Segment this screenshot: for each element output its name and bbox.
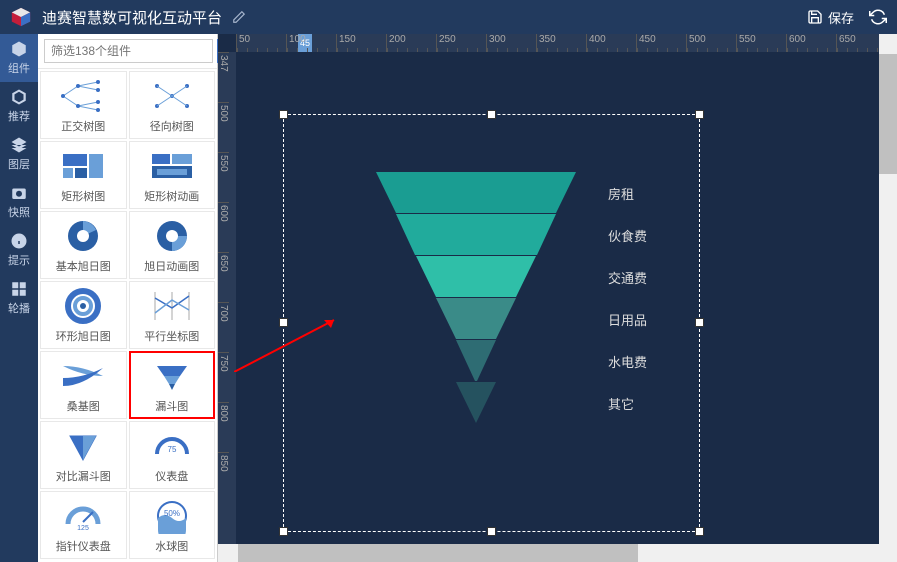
component-thumb [53, 76, 113, 116]
component-thumb [142, 286, 202, 326]
app-logo [10, 6, 32, 28]
funnel-segment [416, 256, 536, 297]
component-item[interactable]: 矩形树动画 [129, 141, 216, 209]
component-thumb: 75 [142, 426, 202, 466]
component-item[interactable]: 对比漏斗图 [40, 421, 127, 489]
save-icon [807, 9, 823, 25]
component-item[interactable]: 矩形树图 [40, 141, 127, 209]
scrollbar-vertical[interactable] [879, 34, 897, 562]
nav-item-tips[interactable]: 提示 [0, 226, 38, 274]
component-thumb: 125 [53, 496, 113, 536]
funnel-segment [456, 340, 497, 381]
component-item[interactable]: 75 仪表盘 [129, 421, 216, 489]
scrollbar-horizontal[interactable] [218, 544, 879, 562]
component-item[interactable]: 环形旭日图 [40, 281, 127, 349]
component-label: 对比漏斗图 [56, 468, 111, 484]
component-thumb [142, 76, 202, 116]
component-item[interactable]: 径向树图 [129, 71, 216, 139]
component-thumb [53, 356, 113, 396]
funnel-row: 房租 [356, 172, 696, 214]
resize-handle-mr[interactable] [695, 318, 704, 327]
app-title: 迪赛智慧数可视化互动平台 [42, 7, 222, 28]
component-label: 桑基图 [67, 398, 100, 414]
nav-sidebar: 组件 推荐 图层 快照 提示 轮播 [0, 34, 38, 562]
svg-text:125: 125 [77, 525, 89, 532]
resize-handle-ml[interactable] [279, 318, 288, 327]
component-label: 矩形树动画 [144, 188, 199, 204]
component-thumb [53, 146, 113, 186]
resize-handle-tr[interactable] [695, 110, 704, 119]
funnel-label: 房租 [608, 184, 634, 203]
funnel-label: 其它 [608, 394, 634, 413]
funnel-segment [396, 214, 557, 255]
component-label: 仪表盘 [155, 468, 188, 484]
component-thumb [142, 146, 202, 186]
save-button[interactable]: 保存 [807, 8, 854, 27]
funnel-row: 伙食费 [356, 214, 696, 256]
ruler-horizontal: 45 5010015020025030035040045050055060065… [236, 34, 897, 52]
component-thumb: 50% [142, 496, 202, 536]
component-label: 环形旭日图 [56, 328, 111, 344]
refresh-icon[interactable] [869, 8, 887, 26]
component-item[interactable]: 平行坐标图 [129, 281, 216, 349]
funnel-segment [376, 172, 575, 213]
component-label: 漏斗图 [155, 398, 188, 414]
component-label: 矩形树图 [61, 188, 105, 204]
component-label: 指针仪表盘 [56, 538, 111, 554]
resize-handle-tc[interactable] [487, 110, 496, 119]
component-panel: 正交树图 径向树图矩形树图 矩形树动画基本旭日图 旭日动画图环形旭日图 平行坐标图桑基图… [38, 34, 218, 562]
nav-item-snapshot[interactable]: 快照 [0, 178, 38, 226]
component-thumb [142, 216, 202, 256]
funnel-label: 水电费 [608, 352, 647, 371]
funnel-chart[interactable]: 房租伙食费交通费日用品水电费其它 [356, 172, 696, 424]
funnel-segment [436, 298, 515, 339]
funnel-label: 伙食费 [608, 226, 647, 245]
edit-icon[interactable] [232, 10, 246, 24]
component-label: 正交树图 [61, 118, 105, 134]
component-thumb [53, 426, 113, 466]
component-item[interactable]: 基本旭日图 [40, 211, 127, 279]
resize-handle-br[interactable] [695, 527, 704, 536]
component-label: 旭日动画图 [144, 258, 199, 274]
funnel-row: 其它 [356, 382, 696, 424]
svg-text:50%: 50% [164, 509, 180, 518]
component-item[interactable]: 125 指针仪表盘 [40, 491, 127, 559]
ruler-vertical: 347500550600650700750800850 [218, 52, 236, 562]
component-thumb [53, 216, 113, 256]
funnel-label: 交通费 [608, 268, 647, 287]
component-item[interactable]: 正交树图 [40, 71, 127, 139]
nav-item-components[interactable]: 组件 [0, 34, 38, 82]
component-item[interactable]: 漏斗图 [129, 351, 216, 419]
funnel-label: 日用品 [608, 310, 647, 329]
resize-handle-bc[interactable] [487, 527, 496, 536]
funnel-row: 水电费 [356, 340, 696, 382]
nav-item-carousel[interactable]: 轮播 [0, 274, 38, 322]
component-label: 径向树图 [150, 118, 194, 134]
svg-text:75: 75 [167, 445, 176, 454]
funnel-row: 交通费 [356, 256, 696, 298]
component-thumb [53, 286, 113, 326]
nav-item-layers[interactable]: 图层 [0, 130, 38, 178]
resize-handle-bl[interactable] [279, 527, 288, 536]
component-item[interactable]: 桑基图 [40, 351, 127, 419]
component-label: 平行坐标图 [144, 328, 199, 344]
search-input[interactable] [44, 39, 213, 63]
component-item[interactable]: 旭日动画图 [129, 211, 216, 279]
app-header: 迪赛智慧数可视化互动平台 保存 [0, 0, 897, 34]
component-thumb [142, 356, 202, 396]
component-item[interactable]: 50% 水球图 [129, 491, 216, 559]
resize-handle-tl[interactable] [279, 110, 288, 119]
funnel-segment [456, 382, 496, 423]
funnel-row: 日用品 [356, 298, 696, 340]
component-label: 基本旭日图 [56, 258, 111, 274]
canvas-area[interactable]: 45 5010015020025030035040045050055060065… [218, 34, 897, 562]
component-label: 水球图 [155, 538, 188, 554]
nav-item-recommend[interactable]: 推荐 [0, 82, 38, 130]
